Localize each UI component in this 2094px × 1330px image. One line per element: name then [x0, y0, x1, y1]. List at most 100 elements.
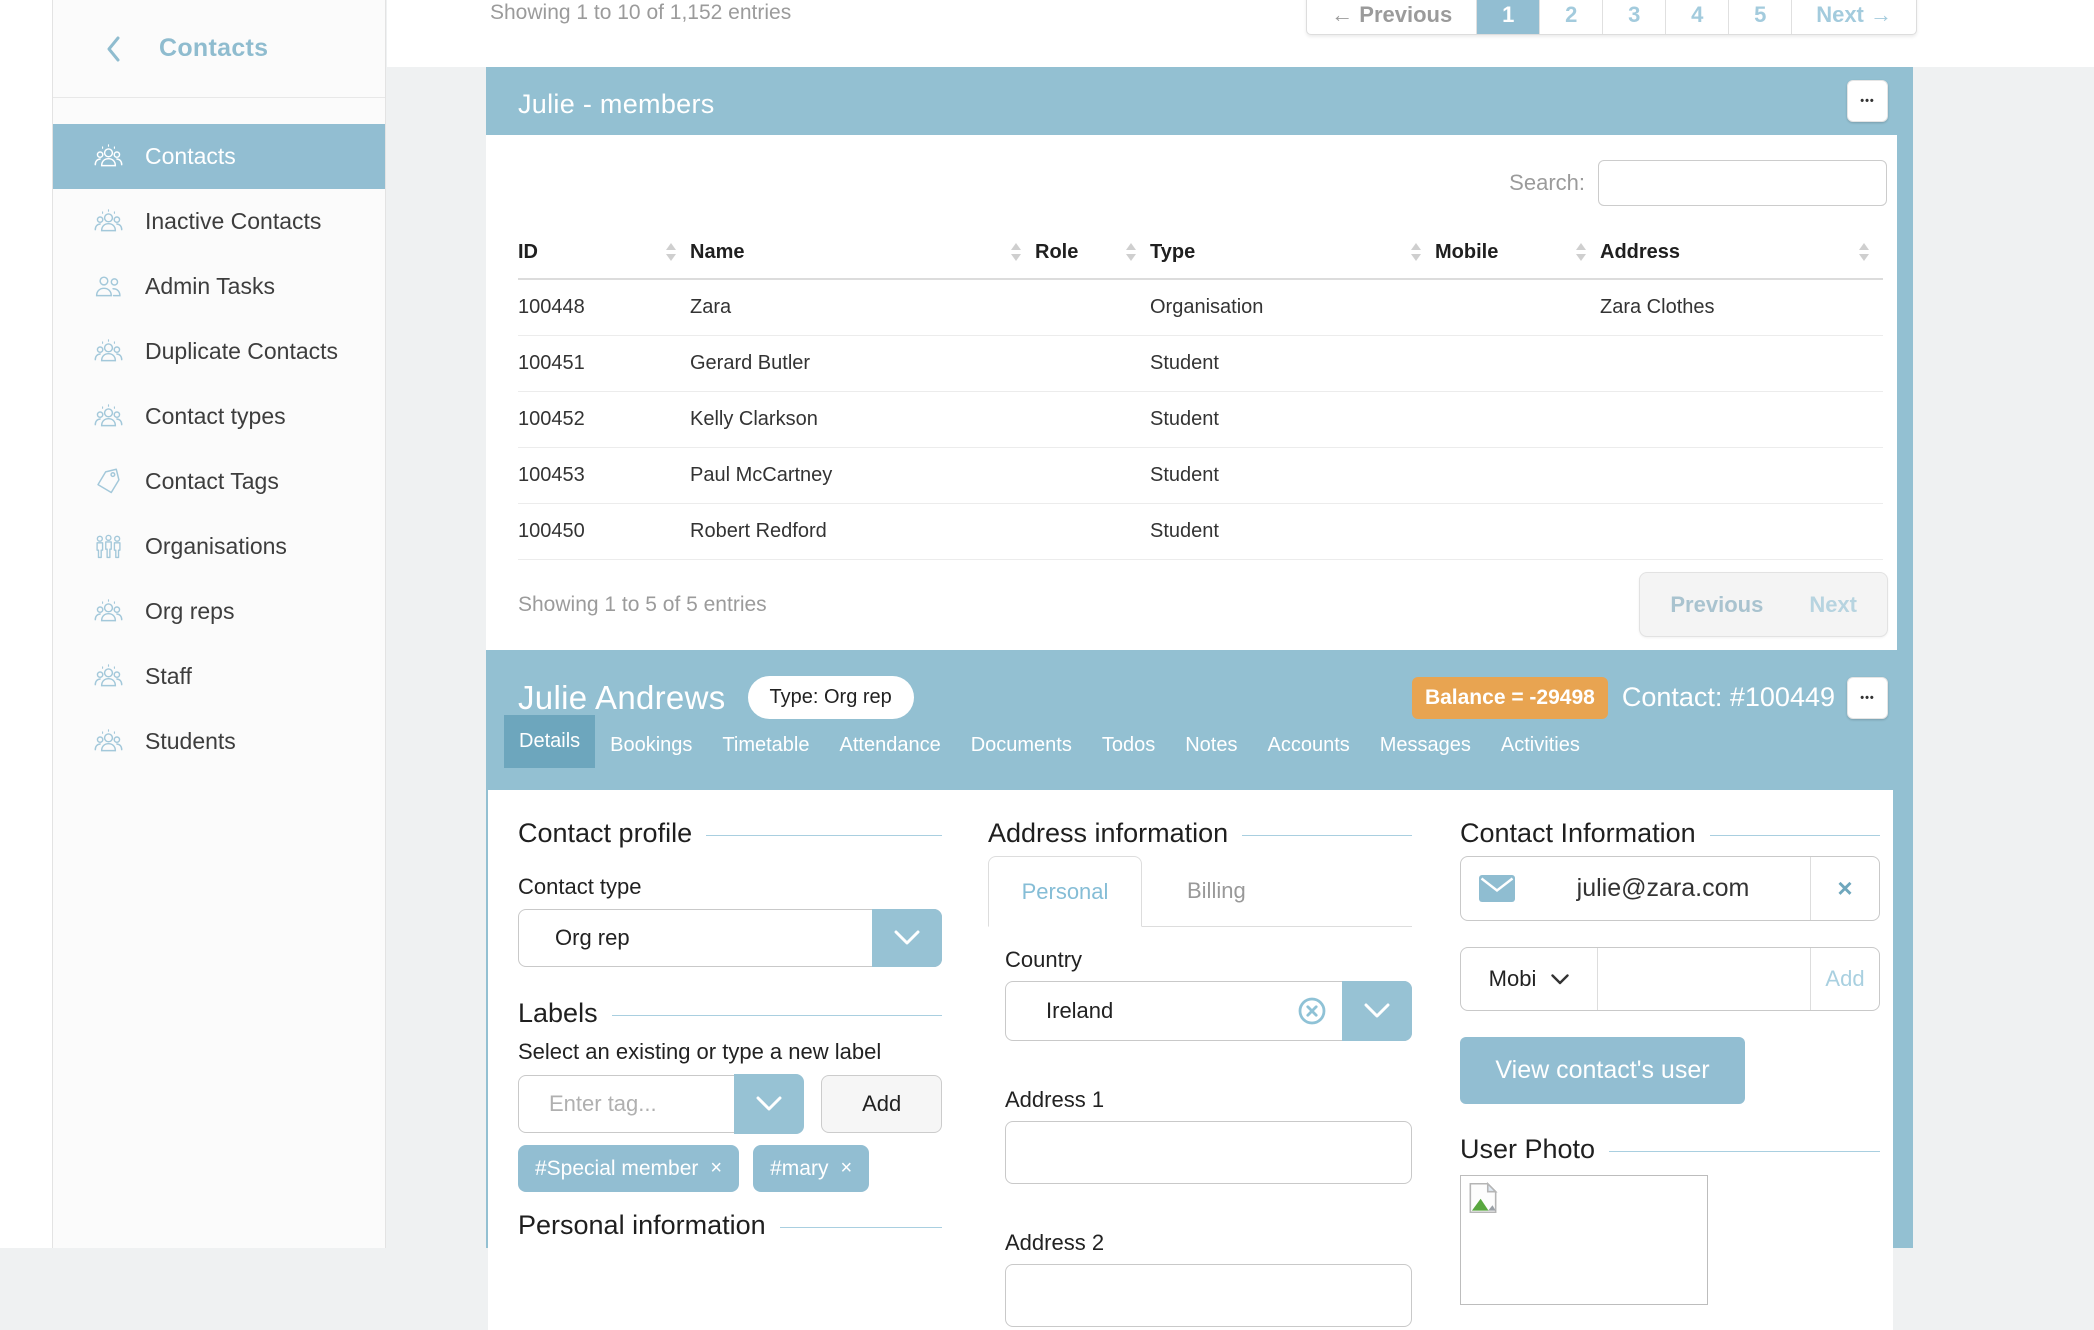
- left-gutter: [0, 0, 52, 1248]
- table-cell: [1035, 504, 1150, 560]
- address-tab-personal[interactable]: Personal: [988, 856, 1142, 927]
- sidebar-back-button[interactable]: Contacts: [53, 0, 385, 98]
- table-next-button[interactable]: Next: [1809, 592, 1857, 618]
- address-tab-billing[interactable]: Billing: [1142, 856, 1291, 926]
- members-panel: Julie - members ••• Search: IDNameRoleTy…: [486, 67, 1913, 650]
- pagination-page-4[interactable]: 4: [1665, 0, 1728, 34]
- column-header-type[interactable]: Type: [1150, 226, 1435, 279]
- members-panel-menu-button[interactable]: •••: [1847, 80, 1888, 122]
- members-panel-body: Search: IDNameRoleTypeMobileAddress 1004…: [486, 135, 1897, 650]
- table-cell: Zara: [690, 279, 1035, 336]
- broken-image-icon: [1464, 1179, 1502, 1217]
- table-cell: [1600, 392, 1883, 448]
- tab-activities[interactable]: Activities: [1486, 723, 1595, 768]
- column-header-mobile[interactable]: Mobile: [1435, 226, 1600, 279]
- sidebar-item-contact-tags[interactable]: Contact Tags: [53, 449, 385, 514]
- tab-documents[interactable]: Documents: [956, 723, 1087, 768]
- column-header-name[interactable]: Name: [690, 226, 1035, 279]
- address2-input[interactable]: [1005, 1264, 1412, 1327]
- tab-todos[interactable]: Todos: [1087, 723, 1170, 768]
- table-previous-button[interactable]: Previous: [1670, 592, 1763, 618]
- table-entries-summary: Showing 1 to 5 of 5 entries: [518, 593, 767, 617]
- country-select[interactable]: Ireland: [1005, 981, 1412, 1041]
- tab-bookings[interactable]: Bookings: [595, 723, 707, 768]
- tag-remove-icon[interactable]: ×: [710, 1157, 722, 1180]
- heading-rule: [706, 835, 942, 836]
- country-dropdown-button[interactable]: [1342, 981, 1412, 1041]
- sort-icon: [666, 243, 676, 261]
- sidebar-item-contact-types[interactable]: Contact types: [53, 384, 385, 449]
- contact-menu-button[interactable]: •••: [1847, 677, 1888, 719]
- chevron-down-icon: [756, 1096, 782, 1112]
- add-tag-button[interactable]: Add: [821, 1075, 942, 1133]
- sort-icon: [1859, 243, 1869, 261]
- sidebar-item-staff[interactable]: Staff: [53, 644, 385, 709]
- sidebar-item-inactive-contacts[interactable]: Inactive Contacts: [53, 189, 385, 254]
- search-input[interactable]: [1598, 160, 1887, 206]
- tag-remove-icon[interactable]: ×: [840, 1157, 852, 1180]
- address1-input[interactable]: [1005, 1121, 1412, 1184]
- clear-country-icon[interactable]: [1297, 996, 1327, 1026]
- phone-input[interactable]: [1598, 951, 1811, 1007]
- tab-timetable[interactable]: Timetable: [707, 723, 824, 768]
- contact-type-label: Contact type: [518, 874, 942, 900]
- labels-heading: Labels: [518, 998, 598, 1029]
- table-cell: [1600, 448, 1883, 504]
- table-row[interactable]: 100450Robert RedfordStudent: [518, 504, 1883, 560]
- contact-type-dropdown-button[interactable]: [872, 909, 942, 967]
- sidebar-item-contacts[interactable]: Contacts: [53, 124, 385, 189]
- tag-label: #Special member: [535, 1157, 698, 1181]
- sidebar-item-org-reps[interactable]: Org reps: [53, 579, 385, 644]
- table-cell: [1035, 279, 1150, 336]
- table-cell: 100452: [518, 392, 690, 448]
- contact-name: Julie Andrews: [518, 679, 726, 717]
- tab-accounts[interactable]: Accounts: [1252, 723, 1364, 768]
- pagination-next-button[interactable]: Next →: [1791, 0, 1916, 34]
- address-fields: Country Ireland Address 1 Address 2: [988, 947, 1412, 1327]
- sidebar-item-students[interactable]: Students: [53, 709, 385, 774]
- labels-heading-row: Labels: [518, 998, 942, 1029]
- heading-rule: [780, 1227, 942, 1228]
- phone-type-select[interactable]: Mobi: [1461, 948, 1598, 1010]
- add-phone-button[interactable]: Add: [1811, 948, 1879, 1010]
- top-strip: Showing 1 to 10 of 1,152 entries ← Previ…: [387, 0, 2094, 67]
- sort-icon: [1411, 243, 1421, 261]
- tab-details[interactable]: Details: [504, 715, 595, 768]
- pagination-page-3[interactable]: 3: [1602, 0, 1665, 34]
- sort-down-icon: [1126, 254, 1136, 261]
- column-header-id[interactable]: ID: [518, 226, 690, 279]
- remove-email-button[interactable]: ×: [1811, 873, 1879, 904]
- pagination-page-5[interactable]: 5: [1728, 0, 1791, 34]
- profile-column: Contact profile Contact type Org rep Lab…: [518, 818, 942, 1241]
- table-row[interactable]: 100448ZaraOrganisationZara Clothes: [518, 279, 1883, 336]
- view-contacts-user-button[interactable]: View contact's user: [1460, 1037, 1745, 1104]
- table-cell: Paul McCartney: [690, 448, 1035, 504]
- column-header-label: Address: [1600, 241, 1680, 263]
- sidebar-item-duplicate-contacts[interactable]: Duplicate Contacts: [53, 319, 385, 384]
- sort-icon: [1126, 243, 1136, 261]
- table-cell: Robert Redford: [690, 504, 1035, 560]
- pagination-previous-button[interactable]: ← Previous: [1307, 0, 1476, 34]
- sidebar-item-label: Contact Tags: [145, 468, 279, 495]
- sidebar-item-admin-tasks[interactable]: Admin Tasks: [53, 254, 385, 319]
- contact-panel: Julie Andrews Type: Org rep Balance = -2…: [486, 650, 1913, 1248]
- contact-info-heading: Contact Information: [1460, 818, 1696, 849]
- table-row[interactable]: 100453Paul McCartneyStudent: [518, 448, 1883, 504]
- tab-messages[interactable]: Messages: [1365, 723, 1486, 768]
- column-header-address[interactable]: Address: [1600, 226, 1883, 279]
- tag-dropdown-button[interactable]: [734, 1074, 804, 1134]
- tab-attendance[interactable]: Attendance: [825, 723, 956, 768]
- sort-up-icon: [666, 243, 676, 250]
- tab-notes[interactable]: Notes: [1170, 723, 1252, 768]
- pagination-page-2[interactable]: 2: [1539, 0, 1602, 34]
- table-row[interactable]: 100451Gerard ButlerStudent: [518, 336, 1883, 392]
- column-header-role[interactable]: Role: [1035, 226, 1150, 279]
- sidebar-item-organisations[interactable]: Organisations: [53, 514, 385, 579]
- table-cell: Zara Clothes: [1600, 279, 1883, 336]
- table-row[interactable]: 100452Kelly ClarksonStudent: [518, 392, 1883, 448]
- sidebar-item-label: Duplicate Contacts: [145, 338, 338, 365]
- contact-number: Contact: #100449: [1622, 682, 1835, 713]
- heading-rule: [612, 1015, 942, 1016]
- contact-type-select[interactable]: Org rep: [518, 909, 942, 967]
- pagination-page-1[interactable]: 1: [1476, 0, 1539, 34]
